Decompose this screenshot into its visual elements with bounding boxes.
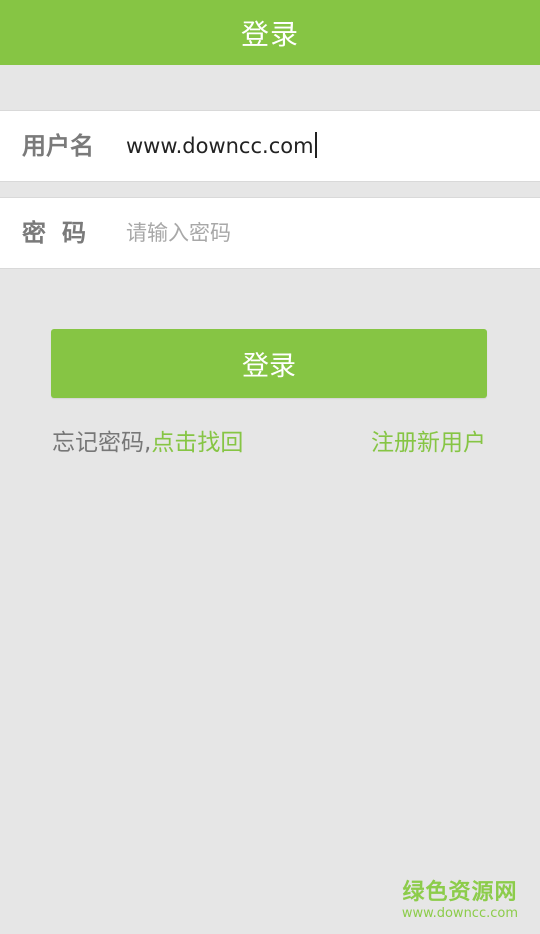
login-button[interactable]: 登录 — [51, 329, 487, 398]
watermark-url: www.downcc.com — [401, 906, 518, 921]
text-cursor — [314, 132, 317, 158]
forgot-password-text: 忘记密码, — [52, 430, 152, 456]
title-bar: 登录 — [0, 0, 540, 65]
links-row: 忘记密码,点击找回 注册新用户 — [52, 425, 486, 461]
username-value: www.downcc.com — [126, 134, 314, 158]
username-field[interactable]: www.downcc.com — [126, 111, 317, 181]
password-label: 密码 — [22, 219, 102, 247]
forgot-password-link[interactable]: 点击找回 — [151, 430, 243, 456]
password-row: 密码 — [0, 197, 540, 269]
page-title: 登录 — [240, 17, 299, 51]
register-link[interactable]: 注册新用户 — [371, 425, 486, 461]
username-label: 用户名 — [22, 132, 94, 160]
username-row: 用户名 www.downcc.com — [0, 110, 540, 182]
watermark-name: 绿色资源网 — [402, 880, 518, 905]
password-field[interactable] — [116, 210, 516, 256]
watermark-logo: 绿色资源网 www.downcc.com — [402, 880, 518, 922]
